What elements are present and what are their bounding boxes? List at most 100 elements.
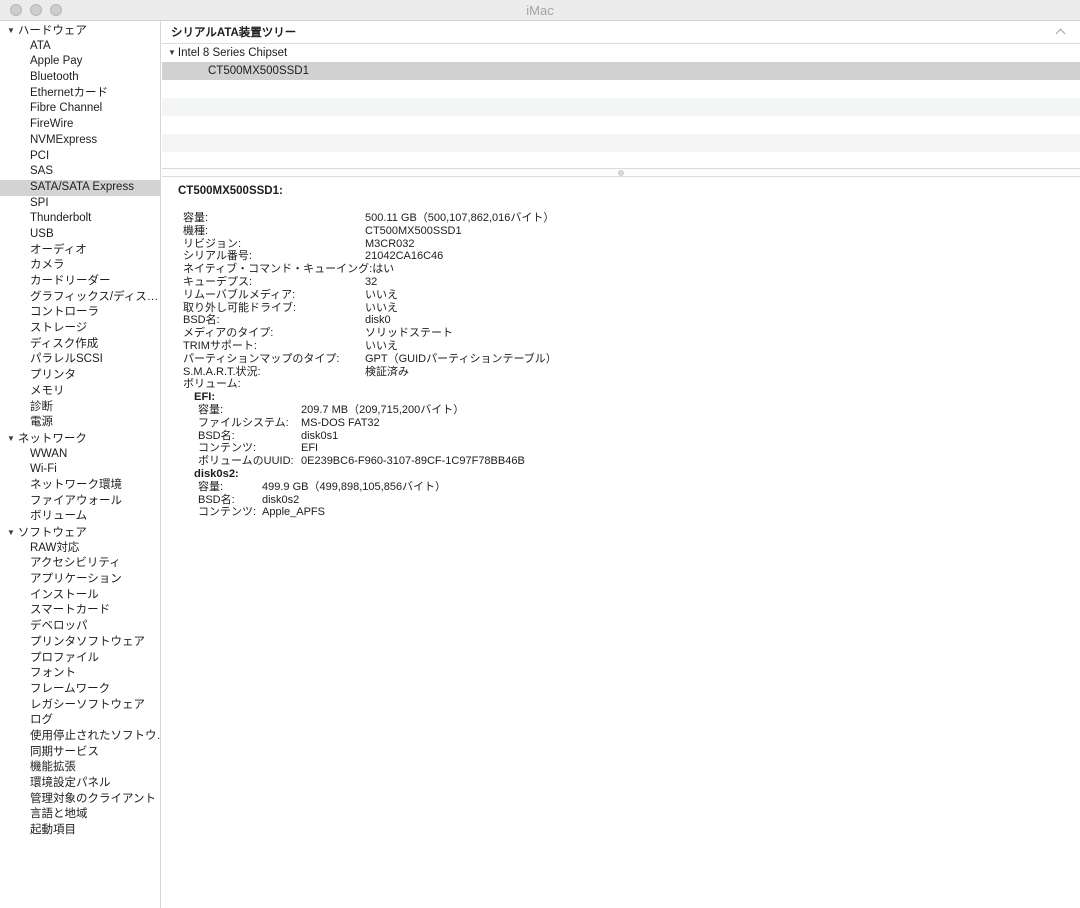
sidebar-item[interactable]: ▼Ethernetカード xyxy=(0,86,160,102)
sidebar-item[interactable]: ▼スマートカード xyxy=(0,603,160,619)
zoom-button[interactable] xyxy=(50,4,62,16)
sidebar-item[interactable]: ▼診断 xyxy=(0,400,160,416)
sidebar-item[interactable]: ▼アプリケーション xyxy=(0,572,160,588)
minimize-button[interactable] xyxy=(30,4,42,16)
disclosure-triangle-icon[interactable]: ▼ xyxy=(7,431,15,447)
sidebar-item-label: スマートカード xyxy=(30,604,110,616)
sidebar-item[interactable]: ▼コントローラ xyxy=(0,305,160,321)
detail-label: BSD名: xyxy=(198,430,301,443)
sidebar-item[interactable]: ▼アクセシビリティ xyxy=(0,556,160,572)
sidebar-item-label: フレームワーク xyxy=(30,683,110,695)
sidebar-item[interactable]: ▼WWAN xyxy=(0,447,160,463)
detail-row: リビジョン:M3CR032 xyxy=(162,238,1080,251)
sidebar-item-label: Bluetooth xyxy=(30,71,79,83)
pane-splitter[interactable] xyxy=(162,168,1080,177)
sidebar-item[interactable]: ▼フレームワーク xyxy=(0,682,160,698)
sidebar-item[interactable]: ▼レガシーソフトウェア xyxy=(0,698,160,714)
detail-value: はい xyxy=(372,263,394,276)
tree-row-device[interactable]: CT500MX500SSD1 xyxy=(162,62,1080,80)
sidebar-item[interactable]: ▼カメラ xyxy=(0,258,160,274)
sidebar-item[interactable]: ▼ネットワーク環境 xyxy=(0,478,160,494)
titlebar: iMac xyxy=(0,0,1080,21)
detail-label: ボリュームのUUID: xyxy=(198,455,301,468)
sidebar-item-label: グラフィックス/ディス… xyxy=(30,291,158,303)
detail-value: 32 xyxy=(365,276,377,289)
sidebar-item[interactable]: ▼USB xyxy=(0,227,160,243)
sidebar-item[interactable]: ▼Fibre Channel xyxy=(0,101,160,117)
sidebar-item[interactable]: ▼FireWire xyxy=(0,117,160,133)
window-title: iMac xyxy=(0,3,1080,18)
collapse-tree-button[interactable] xyxy=(1054,25,1068,39)
sidebar-item[interactable]: ▼Thunderbolt xyxy=(0,211,160,227)
sidebar-item-label: ボリューム xyxy=(30,510,87,522)
sidebar-item[interactable]: ▼プリンタソフトウェア xyxy=(0,635,160,651)
detail-label: 容量: xyxy=(198,404,301,417)
sidebar-item[interactable]: ▼ログ xyxy=(0,713,160,729)
sidebar-item[interactable]: ▼ネットワーク xyxy=(0,431,160,447)
detail-row: パーティションマップのタイプ:GPT（GUIDパーティションテーブル） xyxy=(162,353,1080,366)
sidebar-item[interactable]: ▼ハードウェア xyxy=(0,23,160,39)
detail-label: キューデプス: xyxy=(183,276,365,289)
detail-label: EFI: xyxy=(194,391,215,404)
sidebar-item[interactable]: ▼NVMExpress xyxy=(0,133,160,149)
sidebar-item[interactable]: ▼プロファイル xyxy=(0,651,160,667)
sidebar-item[interactable]: ▼電源 xyxy=(0,415,160,431)
sidebar-item[interactable]: ▼Apple Pay xyxy=(0,54,160,70)
detail-row: 機種:CT500MX500SSD1 xyxy=(162,225,1080,238)
detail-label: 容量: xyxy=(183,212,365,225)
sidebar-item[interactable]: ▼ATA xyxy=(0,39,160,55)
sidebar-item[interactable]: ▼カードリーダー xyxy=(0,274,160,290)
sidebar-item[interactable]: ▼ディスク作成 xyxy=(0,337,160,353)
disclosure-triangle-icon[interactable]: ▼ xyxy=(7,525,15,541)
detail-value: MS-DOS FAT32 xyxy=(301,417,380,430)
sidebar-item-label: PCI xyxy=(30,150,49,162)
sidebar-item[interactable]: ▼Wi-Fi xyxy=(0,462,160,478)
sidebar-item[interactable]: ▼ボリューム xyxy=(0,509,160,525)
sidebar-item[interactable]: ▼PCI xyxy=(0,149,160,165)
tree-row-chipset[interactable]: ▼Intel 8 Series Chipset xyxy=(162,44,1080,62)
sidebar-item[interactable]: ▼ファイアウォール xyxy=(0,494,160,510)
sidebar-item-label: Wi-Fi xyxy=(30,463,57,475)
sidebar-item[interactable]: ▼起動項目 xyxy=(0,823,160,839)
sidebar-item[interactable]: ▼オーディオ xyxy=(0,243,160,259)
system-information-window: iMac ▼ハードウェア ▼ATA ▼Apple Pay ▼Bluetooth … xyxy=(0,0,1080,908)
sidebar-item[interactable]: ▼ストレージ xyxy=(0,321,160,337)
sidebar-item-label: インストール xyxy=(30,589,99,601)
detail-value: 21042CA16C46 xyxy=(365,250,443,263)
detail-value: 500.11 GB（500,107,862,016バイト） xyxy=(365,212,554,225)
sidebar-item[interactable]: ▼プリンタ xyxy=(0,368,160,384)
sidebar-item[interactable]: ▼インストール xyxy=(0,588,160,604)
sidebar-item[interactable]: ▼SAS xyxy=(0,164,160,180)
sidebar-item[interactable]: ▼フォント xyxy=(0,666,160,682)
details-rows: 容量:500.11 GB（500,107,862,016バイト） 機種:CT50… xyxy=(162,212,1080,519)
sidebar-item[interactable]: ▼SATA/SATA Express xyxy=(0,180,160,196)
sidebar-item[interactable]: ▼使用停止されたソフトウ… xyxy=(0,729,160,745)
sidebar-item[interactable]: ▼言語と地域 xyxy=(0,807,160,823)
sidebar-item[interactable]: ▼Bluetooth xyxy=(0,70,160,86)
disclosure-triangle-icon[interactable]: ▼ xyxy=(168,44,176,62)
disclosure-triangle-icon[interactable]: ▼ xyxy=(7,23,15,39)
detail-label: メディアのタイプ: xyxy=(183,327,365,340)
sidebar-item[interactable]: ▼機能拡張 xyxy=(0,760,160,776)
detail-value: 499.9 GB（499,898,105,856バイト） xyxy=(262,481,446,494)
detail-row: ボリュームのUUID:0E239BC6-F960-3107-89CF-1C97F… xyxy=(162,455,1080,468)
chevron-up-icon xyxy=(1056,29,1066,39)
sidebar-item[interactable]: ▼RAW対応 xyxy=(0,541,160,557)
close-button[interactable] xyxy=(10,4,22,16)
sidebar-item[interactable]: ▼グラフィックス/ディス… xyxy=(0,290,160,306)
sidebar-item[interactable]: ▼メモリ xyxy=(0,384,160,400)
sidebar-item-label: ハードウェア xyxy=(18,25,87,37)
detail-value: いいえ xyxy=(365,302,398,315)
sidebar-item[interactable]: ▼管理対象のクライアント xyxy=(0,792,160,808)
sidebar-item[interactable]: ▼同期サービス xyxy=(0,745,160,761)
sidebar-item[interactable]: ▼SPI xyxy=(0,196,160,212)
splitter-handle-icon[interactable] xyxy=(618,170,624,176)
sidebar-item-label: 起動項目 xyxy=(30,824,76,836)
detail-row: disk0s2: xyxy=(162,468,1080,481)
sidebar-item[interactable]: ▼デベロッパ xyxy=(0,619,160,635)
sidebar-item[interactable]: ▼ソフトウェア xyxy=(0,525,160,541)
detail-row: 容量:499.9 GB（499,898,105,856バイト） xyxy=(162,481,1080,494)
sidebar-item[interactable]: ▼環境設定パネル xyxy=(0,776,160,792)
window-controls xyxy=(10,4,62,16)
sidebar-item[interactable]: ▼パラレルSCSI xyxy=(0,352,160,368)
